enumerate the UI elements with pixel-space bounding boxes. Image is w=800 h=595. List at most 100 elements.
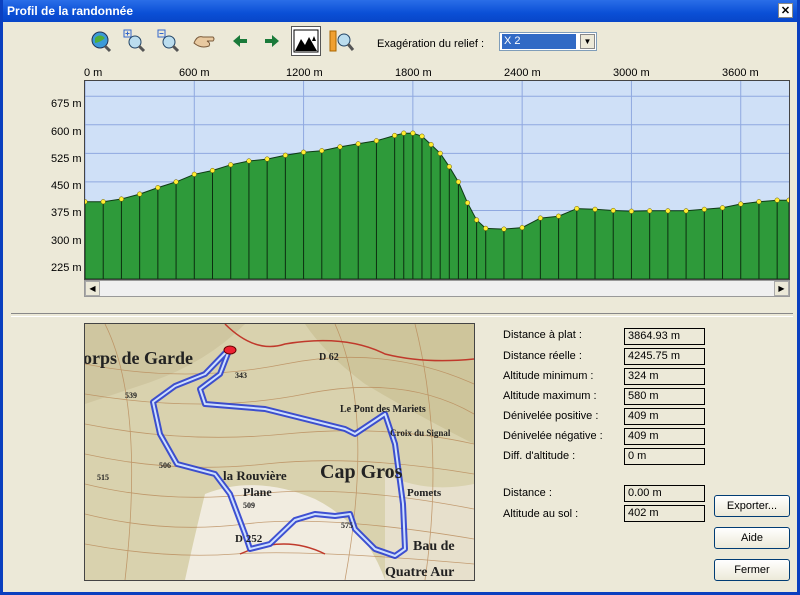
map-label: Plane xyxy=(243,485,272,499)
waypoint-point[interactable] xyxy=(474,217,480,223)
waypoint-point[interactable] xyxy=(556,213,562,219)
start-marker[interactable] xyxy=(223,345,237,355)
waypoint-point[interactable] xyxy=(437,150,443,156)
stat-value: 324 m xyxy=(624,368,705,385)
map-label: Le Pont des Mariets xyxy=(340,404,426,415)
waypoint-point[interactable] xyxy=(610,207,616,214)
x-tick-label: 1800 m xyxy=(395,67,432,79)
map-label: D 252 xyxy=(235,533,263,545)
x-tick-label: 1200 m xyxy=(286,67,323,79)
x-tick-label: 600 m xyxy=(179,67,210,79)
elevation-profile-chart[interactable] xyxy=(84,80,790,280)
waypoint-point[interactable] xyxy=(537,215,543,221)
y-tick-label: 525 m xyxy=(51,153,82,165)
waypoint-point[interactable] xyxy=(592,206,598,212)
zoom-range-icon[interactable] xyxy=(329,28,355,54)
stat-value: 3864.93 m xyxy=(624,328,705,345)
waypoint-point[interactable] xyxy=(100,199,106,205)
scroll-right-icon[interactable]: ▶ xyxy=(774,281,789,296)
y-tick-label: 300 m xyxy=(51,235,82,247)
waypoint-point[interactable] xyxy=(118,196,124,202)
close-icon[interactable]: ✕ xyxy=(778,3,793,18)
stat-value: 580 m xyxy=(624,388,705,405)
map-label: 343 xyxy=(235,371,247,380)
waypoint-point[interactable] xyxy=(137,191,143,197)
cursor-label: Distance : xyxy=(503,487,552,499)
topo-map[interactable]: orps de Garde D 62 Le Pont des Mariets C… xyxy=(84,323,475,581)
stat-label: Altitude minimum : xyxy=(503,370,594,382)
horizontal-scrollbar[interactable]: ◀ ▶ xyxy=(84,280,790,297)
chevron-down-icon[interactable]: ▼ xyxy=(580,34,595,49)
cursor-value: 402 m xyxy=(624,505,705,522)
stat-label: Distance réelle : xyxy=(503,350,582,362)
y-tick-label: 450 m xyxy=(51,180,82,192)
waypoint-point[interactable] xyxy=(519,225,525,231)
waypoint-point[interactable] xyxy=(446,164,452,170)
map-label: 509 xyxy=(243,501,255,510)
waypoint-point[interactable] xyxy=(209,167,216,174)
arrow-right-icon[interactable] xyxy=(259,28,285,54)
zoom-in-icon[interactable] xyxy=(121,28,147,54)
window-title: Profil de la randonnée xyxy=(7,4,134,18)
waypoint-point[interactable] xyxy=(191,171,197,177)
waypoint-point[interactable] xyxy=(337,144,343,150)
waypoint-point[interactable] xyxy=(85,199,88,205)
waypoint-point[interactable] xyxy=(301,149,307,155)
waypoint-point[interactable] xyxy=(738,201,744,207)
stat-label: Dénivelée négative : xyxy=(503,430,603,442)
waypoint-point[interactable] xyxy=(401,130,407,136)
map-label: 539 xyxy=(125,391,137,400)
map-label: Pomets xyxy=(407,487,442,499)
waypoint-point[interactable] xyxy=(355,141,361,147)
toolbar: Exagération du relief : X 2 ▼ xyxy=(3,22,797,62)
profile-svg xyxy=(85,81,789,279)
waypoint-point[interactable] xyxy=(319,148,325,154)
waypoint-point[interactable] xyxy=(756,199,762,205)
waypoint-point[interactable] xyxy=(574,206,580,212)
help-button[interactable]: Aide xyxy=(714,527,790,549)
waypoint-point[interactable] xyxy=(264,156,270,162)
arrow-left-icon[interactable] xyxy=(227,28,253,54)
export-button[interactable]: Exporter... xyxy=(714,495,790,517)
waypoint-point[interactable] xyxy=(501,226,507,232)
waypoint-point[interactable] xyxy=(628,208,634,214)
waypoint-point[interactable] xyxy=(464,200,471,206)
waypoint-point[interactable] xyxy=(683,208,689,214)
waypoint-point[interactable] xyxy=(786,197,789,203)
waypoint-point[interactable] xyxy=(392,132,398,139)
zoom-full-icon[interactable] xyxy=(87,28,113,54)
waypoint-point[interactable] xyxy=(428,142,434,148)
waypoint-point[interactable] xyxy=(155,185,161,191)
waypoint-point[interactable] xyxy=(419,133,425,139)
waypoint-point[interactable] xyxy=(373,138,379,144)
x-tick-label: 2400 m xyxy=(504,67,541,79)
profile-window: Profil de la randonnée ✕ Exagération du … xyxy=(0,0,800,595)
stat-value: 4245.75 m xyxy=(624,348,705,365)
waypoint-point[interactable] xyxy=(774,197,780,203)
close-button[interactable]: Fermer xyxy=(714,559,790,581)
map-label: Bau de xyxy=(413,539,455,554)
waypoint-point[interactable] xyxy=(701,206,707,212)
map-label: D 62 xyxy=(319,352,339,363)
waypoint-point[interactable] xyxy=(282,152,288,158)
x-tick-label: 3000 m xyxy=(613,67,650,79)
scroll-left-icon[interactable]: ◀ xyxy=(85,281,100,296)
title-bar: Profil de la randonnée ✕ xyxy=(3,0,797,22)
waypoint-point[interactable] xyxy=(410,130,416,136)
cursor-label: Altitude au sol : xyxy=(503,508,579,520)
waypoint-point[interactable] xyxy=(719,205,726,211)
y-tick-label: 600 m xyxy=(51,126,82,138)
relief-label: Exagération du relief : xyxy=(377,38,485,50)
waypoint-point[interactable] xyxy=(455,179,461,185)
pan-hand-icon[interactable] xyxy=(191,28,217,54)
waypoint-point[interactable] xyxy=(173,179,179,185)
waypoint-point[interactable] xyxy=(246,158,252,164)
waypoint-point[interactable] xyxy=(647,208,653,214)
zoom-out-icon[interactable] xyxy=(155,28,181,54)
map-label: Croix du Signal xyxy=(390,428,451,438)
relief-select[interactable]: X 2 ▼ xyxy=(499,32,597,51)
waypoint-point[interactable] xyxy=(665,208,671,214)
profile-view-icon[interactable] xyxy=(291,26,321,56)
waypoint-point[interactable] xyxy=(483,225,489,231)
waypoint-point[interactable] xyxy=(228,162,234,168)
